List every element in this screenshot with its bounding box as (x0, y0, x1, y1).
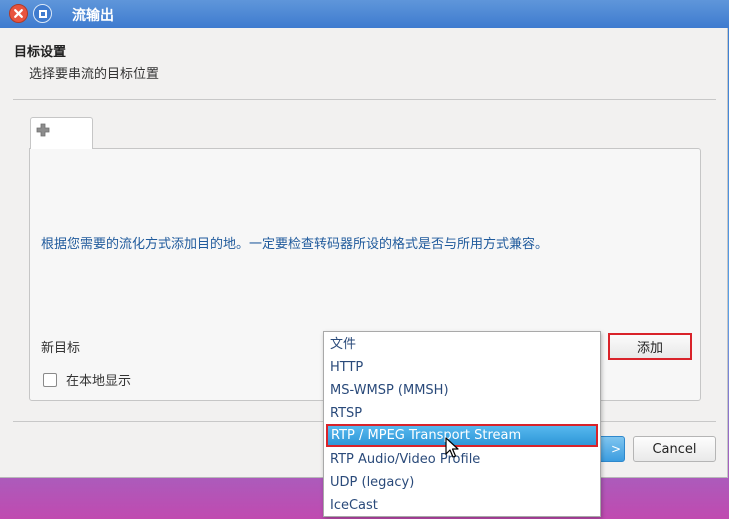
dropdown-item-rtp-av[interactable]: RTP Audio/Video Profile (324, 448, 600, 471)
new-destination-label: 新目标 (41, 341, 81, 356)
maximize-icon (38, 9, 47, 18)
header-divider (13, 99, 716, 100)
add-destination-tab[interactable] (30, 117, 93, 149)
dropdown-item-icecast[interactable]: IceCast (324, 494, 600, 517)
dropdown-item-mmsh[interactable]: MS-WMSP (MMSH) (324, 379, 600, 402)
close-window-button[interactable] (9, 4, 28, 23)
close-icon (14, 9, 23, 18)
dropdown-item-rtsp[interactable]: RTSP (324, 402, 600, 425)
show-locally-row[interactable]: 在本地显示 (43, 370, 131, 389)
dropdown-item-http[interactable]: HTTP (324, 356, 600, 379)
plus-icon (36, 123, 50, 137)
destination-info-text: 根据您需要的流化方式添加目的地。一定要检查转码器所设的格式是否与所用方式兼容。 (41, 237, 549, 252)
title-bar: 流输出 (0, 0, 729, 28)
mouse-cursor-icon (445, 437, 459, 458)
section-subtitle: 选择要串流的目标位置 (29, 67, 160, 82)
destination-type-dropdown[interactable]: 文件 HTTP MS-WMSP (MMSH) RTSP RTP / MPEG T… (323, 331, 601, 517)
maximize-window-button[interactable] (33, 4, 52, 23)
next-button[interactable]: > (598, 436, 625, 462)
section-title: 目标设置 (14, 45, 67, 60)
show-locally-label: 在本地显示 (66, 374, 132, 389)
dropdown-item-file[interactable]: 文件 (324, 333, 600, 356)
show-locally-checkbox[interactable] (43, 372, 57, 387)
window-title: 流输出 (72, 8, 114, 24)
add-button[interactable]: 添加 (608, 333, 692, 360)
dropdown-item-rtp-ts[interactable]: RTP / MPEG Transport Stream (326, 424, 598, 447)
cancel-button[interactable]: Cancel (633, 436, 716, 462)
dropdown-item-udp[interactable]: UDP (legacy) (324, 471, 600, 494)
